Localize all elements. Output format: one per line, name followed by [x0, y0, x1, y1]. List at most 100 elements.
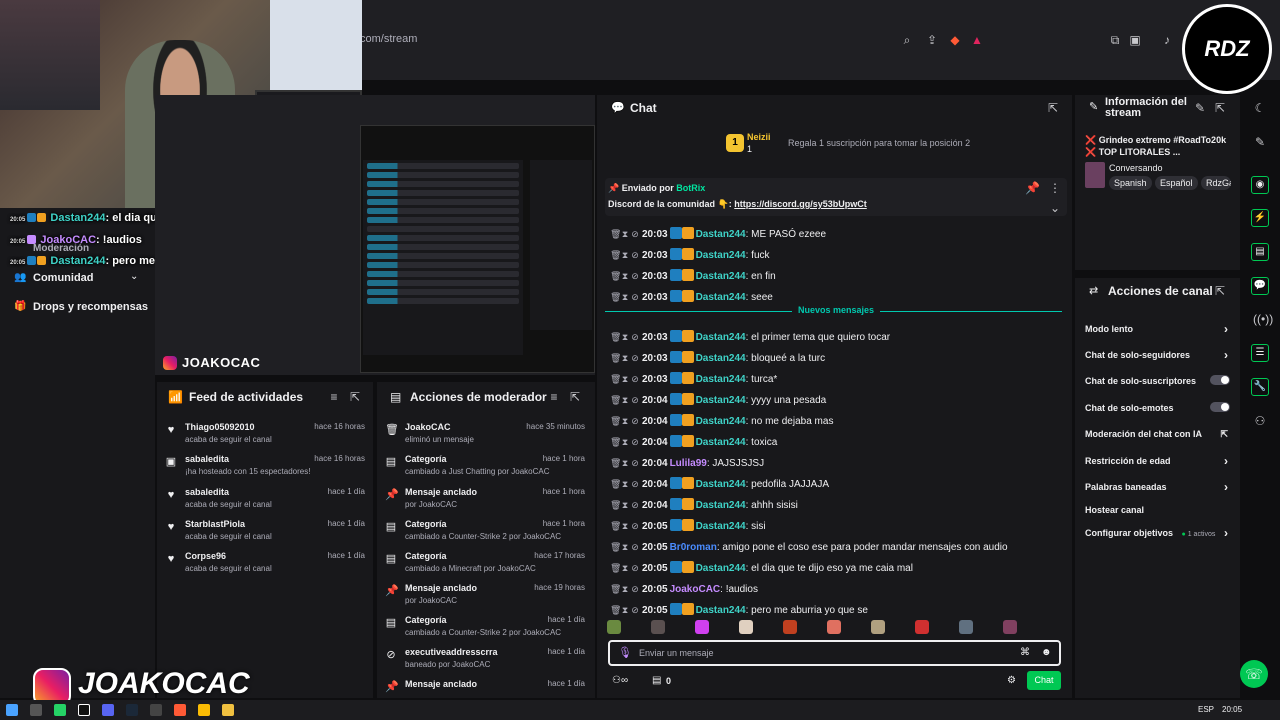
action-goals[interactable]: Configurar objetivos ● 1 activos ›: [1085, 526, 1230, 540]
delete-icon[interactable]: 🗑: [610, 227, 621, 241]
action-host-channel[interactable]: Hostear canal: [1085, 505, 1230, 515]
action-slow-mode[interactable]: Modo lento ›: [1085, 322, 1230, 336]
tag-chip[interactable]: Español: [1155, 176, 1198, 190]
chat-message[interactable]: 🗑⧗ ⊘ 20:03 Dastan244: en fin: [610, 269, 776, 283]
timeout-icon[interactable]: ⧗: [620, 519, 630, 533]
delete-icon[interactable]: 🗑: [610, 248, 621, 262]
chat-message[interactable]: 🗑⧗ ⊘ 20:03 Dastan244: seee: [610, 290, 773, 304]
popout-icon[interactable]: ⇱: [1046, 101, 1060, 115]
list-icon[interactable]: ☰: [1251, 344, 1269, 362]
rewards-icon[interactable]: ▲: [970, 33, 984, 47]
discord-link[interactable]: https://discord.gg/sy53bUpwCt: [734, 199, 867, 209]
chat-message[interactable]: 🗑⧗ ⊘ 20:03 Dastan244: ME PASÓ ezeee: [610, 227, 826, 241]
brave-icon[interactable]: ◆: [948, 33, 962, 47]
delete-icon[interactable]: 🗑: [610, 269, 621, 283]
chat-message[interactable]: 🗑⧗ ⊘ 20:03 Dastan244: turca*: [610, 372, 777, 386]
send-chat-button[interactable]: Chat: [1027, 671, 1061, 690]
ban-icon[interactable]: ⊘: [630, 290, 640, 304]
bolt-icon[interactable]: ⚡: [1251, 209, 1269, 227]
ban-icon[interactable]: ⊘: [630, 351, 640, 365]
action-emotes-only[interactable]: Chat de solo-emotes: [1085, 402, 1230, 413]
people-icon[interactable]: ⚇: [1253, 414, 1267, 428]
action-subs-only[interactable]: Chat de solo-suscriptores: [1085, 375, 1230, 386]
top-gifter-name[interactable]: Neizii: [747, 132, 771, 142]
chat-message[interactable]: 🗑⧗ ⊘ 20:05 Br0roman: amigo pone el coso ese…: [610, 540, 1008, 554]
timeout-icon[interactable]: ⧗: [620, 414, 630, 428]
timeout-icon[interactable]: ⧗: [620, 498, 630, 512]
timeout-icon[interactable]: ⧗: [620, 435, 630, 449]
action-age-restriction[interactable]: Restricción de edad ›: [1085, 454, 1230, 468]
delete-icon[interactable]: 🗑: [610, 561, 621, 575]
emote-bar[interactable]: [607, 620, 1062, 636]
ban-icon[interactable]: ⊘: [630, 498, 640, 512]
url-text[interactable]: com/stream: [360, 33, 417, 45]
timeout-icon[interactable]: ⧗: [620, 603, 630, 617]
ban-icon[interactable]: ⊘: [630, 561, 640, 575]
ban-icon[interactable]: ⊘: [630, 414, 640, 428]
ban-icon[interactable]: ⊘: [630, 540, 640, 554]
chat-message[interactable]: 🗑⧗ ⊘ 20:04 Dastan244: pedofila JAJJAJA: [610, 477, 829, 491]
delete-icon[interactable]: 🗑: [610, 540, 621, 554]
filter-icon[interactable]: ≡: [327, 390, 341, 404]
filter-icon[interactable]: ≡: [547, 390, 561, 404]
timeout-icon[interactable]: ⧗: [620, 540, 630, 554]
ban-icon[interactable]: ⊘: [630, 435, 640, 449]
nav-drops[interactable]: Drops y recompensas: [33, 301, 148, 313]
delete-icon[interactable]: 🗑: [610, 330, 621, 344]
popout-icon[interactable]: ⇱: [568, 390, 582, 404]
timeout-icon[interactable]: ⧗: [620, 561, 630, 575]
extensions-icon[interactable]: ⧉: [1108, 33, 1122, 47]
chat-message[interactable]: 🗑⧗ ⊘ 20:05 Dastan244: el dia que te dijo es…: [610, 561, 913, 575]
popout-icon[interactable]: ⇱: [1213, 284, 1227, 298]
delete-icon[interactable]: 🗑: [610, 456, 621, 470]
delete-icon[interactable]: 🗑: [610, 603, 621, 617]
delete-icon[interactable]: 🗑: [610, 498, 621, 512]
nav-comunidad[interactable]: Comunidad: [33, 272, 94, 284]
delete-icon[interactable]: 🗑: [610, 414, 621, 428]
timeout-icon[interactable]: ⧗: [620, 477, 630, 491]
delete-icon[interactable]: 🗑: [610, 351, 621, 365]
ban-icon[interactable]: ⊘: [630, 582, 640, 596]
zoom-icon[interactable]: ⌕: [900, 33, 914, 47]
shortcut-icon[interactable]: ⌘: [1020, 647, 1030, 658]
chat-message[interactable]: 🗑⧗ ⊘ 20:04 Lulila99: JAJSJSJSJ: [610, 456, 764, 470]
ban-icon[interactable]: ⊘: [630, 248, 640, 262]
more-icon[interactable]: ⋮: [1048, 181, 1062, 195]
timeout-icon[interactable]: ⧗: [620, 227, 630, 241]
chat-message[interactable]: 🗑⧗ ⊘ 20:05 Dastan244: pero me aburria yo qu…: [610, 603, 868, 617]
timeout-icon[interactable]: ⧗: [620, 582, 630, 596]
tag-chip[interactable]: Spanish: [1109, 176, 1152, 190]
chat-bubble-icon[interactable]: 💬: [1251, 277, 1269, 295]
ban-icon[interactable]: ⊘: [630, 393, 640, 407]
timeout-icon[interactable]: ⧗: [620, 269, 630, 283]
sidebar-icon[interactable]: ▣: [1128, 33, 1142, 47]
chat-message[interactable]: 🗑⧗ ⊘ 20:05 Dastan244: sisi: [610, 519, 766, 533]
action-ai-moderation[interactable]: Moderación del chat con IA ⇱: [1085, 429, 1230, 439]
delete-icon[interactable]: 🗑: [610, 582, 621, 596]
ban-icon[interactable]: ⊘: [630, 603, 640, 617]
timeout-icon[interactable]: ⧗: [620, 456, 630, 470]
timeout-icon[interactable]: ⧗: [620, 290, 630, 304]
timeout-icon[interactable]: ⧗: [620, 351, 630, 365]
chat-message[interactable]: 🗑⧗ ⊘ 20:04 Dastan244: no me dejaba mas: [610, 414, 833, 428]
chat-message[interactable]: 🗑⧗ ⊘ 20:04 Dastan244: ahhh sisisi: [610, 498, 798, 512]
chat-message[interactable]: 🗑⧗ ⊘ 20:05 JoakoCAC: !audios: [610, 582, 758, 596]
popout-icon[interactable]: ⇱: [1213, 101, 1227, 115]
chat-message[interactable]: 🗑⧗ ⊘ 20:03 Dastan244: bloqueé a la turc: [610, 351, 825, 365]
ban-icon[interactable]: ⊘: [630, 456, 640, 470]
timeout-icon[interactable]: ⧗: [620, 248, 630, 262]
broadcast-icon[interactable]: ((•)): [1253, 312, 1273, 326]
chat-message[interactable]: 🗑⧗ ⊘ 20:04 Dastan244: toxica: [610, 435, 777, 449]
document-icon[interactable]: ▤: [1251, 243, 1269, 261]
edit-icon[interactable]: ✎: [1193, 101, 1207, 115]
music-icon[interactable]: ♪: [1160, 33, 1174, 47]
chevron-down-icon[interactable]: ⌄: [130, 271, 138, 282]
timeout-icon[interactable]: ⧗: [620, 393, 630, 407]
ban-icon[interactable]: ⊘: [630, 330, 640, 344]
ban-icon[interactable]: ⊘: [630, 519, 640, 533]
delete-icon[interactable]: 🗑: [610, 519, 621, 533]
settings-icon[interactable]: ⚙: [1007, 675, 1016, 686]
delete-icon[interactable]: 🗑: [610, 372, 621, 386]
unpin-icon[interactable]: 📌: [1025, 181, 1040, 195]
delete-icon[interactable]: 🗑: [610, 393, 621, 407]
